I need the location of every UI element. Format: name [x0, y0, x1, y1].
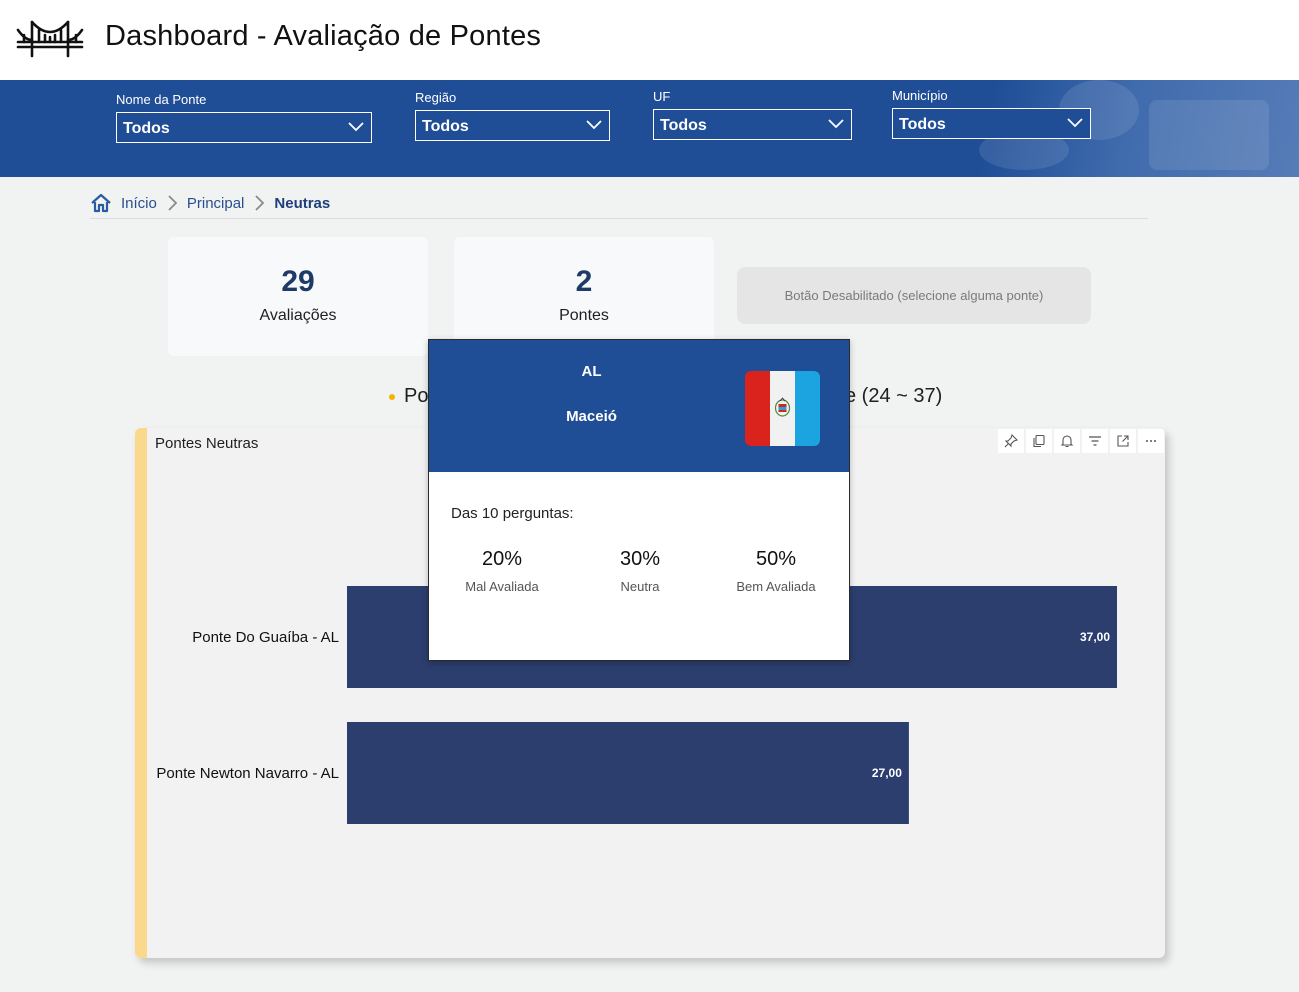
- bell-icon: [1060, 435, 1074, 448]
- breadcrumb-principal-link[interactable]: Principal: [187, 195, 245, 212]
- more-options-button[interactable]: [1138, 429, 1164, 453]
- stat-label: Neutra: [620, 579, 660, 594]
- bar-data-label: 27,00: [872, 766, 902, 780]
- tooltip-question: Das 10 perguntas:: [451, 505, 574, 522]
- kpi-label: Avaliações: [259, 307, 337, 324]
- select-value: Todos: [660, 117, 707, 134]
- chevron-right-icon: [255, 195, 265, 211]
- tooltip-card: AL Maceió Das 10 perguntas: 20% Mal Aval…: [428, 339, 850, 661]
- subtitle-right: e (24 ~ 37): [845, 385, 943, 407]
- category-label: Ponte Newton Navarro - AL: [156, 765, 339, 782]
- filter-button[interactable]: [1082, 429, 1108, 453]
- alert-button[interactable]: [1054, 429, 1080, 453]
- select-value: Todos: [899, 116, 946, 133]
- kpi-card-avaliacoes: 29 Avaliações: [168, 237, 428, 356]
- filter-municipio: Município Todos: [892, 88, 1091, 139]
- breadcrumb: Início Principal Neutras: [90, 192, 330, 214]
- page-title: Dashboard - Avaliação de Pontes: [105, 20, 542, 52]
- visual-toolbar: [998, 429, 1164, 453]
- chevron-down-icon: [586, 120, 602, 130]
- filter-icon: [1089, 436, 1101, 446]
- stat-mal-avaliada: 20% Mal Avaliada: [432, 548, 572, 594]
- stat-percent: 30%: [619, 548, 661, 570]
- top-bar: Dashboard - Avaliação de Pontes: [0, 0, 1299, 80]
- breadcrumb-current: Neutras: [274, 194, 331, 212]
- chevron-down-icon: [828, 119, 844, 129]
- stat-percent: 50%: [755, 548, 797, 570]
- kpi-value: 2: [575, 265, 593, 298]
- tooltip-header: AL Maceió: [429, 340, 849, 472]
- select-value: Todos: [123, 120, 170, 137]
- chevron-right-icon: [168, 195, 178, 211]
- filter-uf: UF Todos: [653, 89, 852, 140]
- stat-percent: 20%: [481, 548, 523, 570]
- chevron-down-icon: [348, 122, 364, 132]
- stat-bem-avaliada: 50% Bem Avaliada: [706, 548, 846, 594]
- alagoas-flag-icon: [745, 371, 820, 446]
- tooltip-uf: AL: [581, 363, 602, 380]
- bridge-icon: [16, 20, 84, 58]
- kpi-label: Pontes: [559, 307, 609, 324]
- filter-label: Nome da Ponte: [116, 92, 207, 107]
- focus-mode-button[interactable]: [1110, 429, 1136, 453]
- pin-button[interactable]: [998, 429, 1024, 453]
- ponte-select[interactable]: Todos: [116, 112, 372, 143]
- filter-label: UF: [653, 89, 671, 104]
- breadcrumb-home-link[interactable]: Início: [121, 195, 157, 212]
- divider: [90, 218, 1148, 219]
- bar[interactable]: [347, 722, 909, 824]
- copy-button[interactable]: [1026, 429, 1052, 453]
- select-value: Todos: [422, 118, 469, 135]
- stat-label: Mal Avaliada: [465, 579, 539, 594]
- pin-icon: [1004, 434, 1018, 448]
- stat-neutra: 30% Neutra: [570, 548, 710, 594]
- municipio-select[interactable]: Todos: [892, 108, 1091, 139]
- filter-nome-da-ponte: Nome da Ponte Todos: [116, 92, 372, 143]
- uf-select[interactable]: Todos: [653, 109, 852, 140]
- filter-label: Região: [415, 90, 457, 105]
- filter-band: Nome da Ponte Todos Região Todos UF Todo…: [0, 80, 1299, 177]
- category-label: Ponte Do Guaíba - AL: [192, 629, 339, 646]
- disabled-button[interactable]: Botão Desabilitado (selecione alguma pon…: [737, 267, 1091, 324]
- kpi-value: 29: [281, 265, 315, 298]
- expand-icon: [1117, 435, 1129, 447]
- tooltip-city: Maceió: [566, 408, 617, 425]
- bar-data-label: 37,00: [1080, 630, 1110, 644]
- stat-label: Bem Avaliada: [736, 579, 816, 594]
- bullet-dot: [389, 394, 395, 400]
- home-icon[interactable]: [90, 193, 112, 213]
- copy-icon: [1033, 434, 1045, 448]
- chevron-down-icon: [1067, 118, 1083, 128]
- more-icon: [1146, 440, 1156, 442]
- filter-label: Município: [892, 88, 948, 103]
- filter-regiao: Região Todos: [415, 90, 610, 141]
- subtitle-left: Po: [404, 385, 429, 407]
- regiao-select[interactable]: Todos: [415, 110, 610, 141]
